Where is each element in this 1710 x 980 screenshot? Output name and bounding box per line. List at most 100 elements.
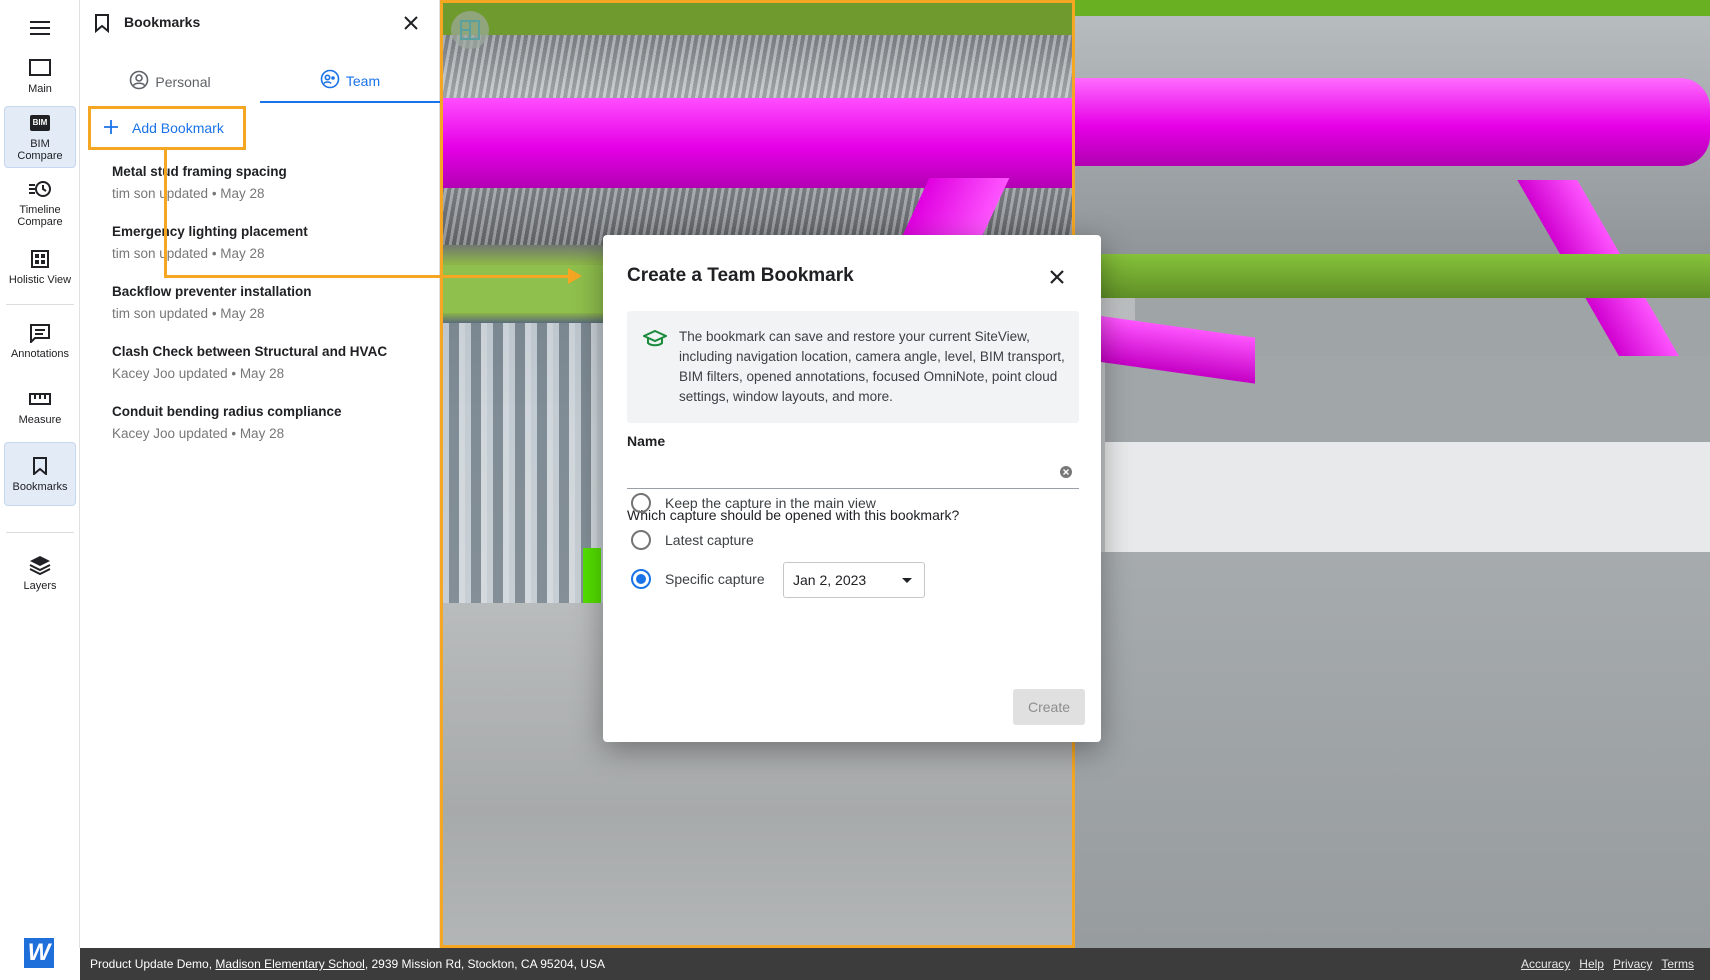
info-text: The bookmark can save and restore your c… — [679, 329, 1065, 404]
rail-item-label: BIM Compare — [17, 138, 63, 162]
panel-title: Bookmarks — [124, 14, 201, 30]
rail-item-label: Holistic View — [8, 274, 72, 286]
graduation-cap-icon — [641, 329, 669, 354]
ceiling-beam — [1075, 0, 1710, 16]
grid-icon — [31, 248, 49, 270]
school-link[interactable]: Madison Elementary School — [215, 957, 364, 971]
bookmarks-panel: Bookmarks Personal Team Add Bookmark Met… — [80, 0, 440, 948]
info-box: The bookmark can save and restore your c… — [627, 311, 1079, 423]
monitor-icon — [29, 57, 51, 79]
rail-item-label: Main — [28, 83, 52, 95]
bookmark-tabs: Personal Team — [80, 60, 440, 103]
annotation-arrow — [568, 268, 582, 284]
option-label: Specific capture — [665, 571, 765, 587]
hvac-duct — [443, 98, 1072, 188]
menu-icon[interactable] — [24, 14, 56, 42]
dialog-title: Create a Team Bookmark — [627, 265, 854, 286]
logo-letter: W — [27, 939, 51, 966]
bookmark-icon — [94, 13, 110, 38]
split-view-icon[interactable] — [451, 11, 489, 49]
project-address: , 2939 Mission Rd, Stockton, CA 95204, U… — [364, 957, 605, 971]
rail-item-label: Bookmarks — [12, 481, 68, 493]
close-icon[interactable] — [1045, 265, 1069, 289]
annotation-connector — [164, 150, 167, 277]
timeline-icon — [29, 178, 51, 200]
rail-item-layers[interactable]: Layers — [4, 550, 76, 596]
rail-item-bookmarks[interactable]: Bookmarks — [4, 442, 76, 506]
tab-team[interactable]: Team — [260, 60, 440, 103]
list-item[interactable]: Conduit bending radius compliance Kacey … — [80, 402, 440, 462]
left-rail: Main BIM BIM Compare Timeline Compare Ho… — [0, 0, 80, 968]
list-item[interactable]: Emergency lighting placement tim son upd… — [80, 222, 440, 282]
plus-icon — [104, 119, 118, 137]
privacy-link[interactable]: Privacy — [1613, 957, 1652, 971]
list-item[interactable]: Backflow preventer installation tim son … — [80, 282, 440, 342]
app-logo: W — [24, 938, 54, 968]
bookmark-list: Metal stud framing spacing tim son updat… — [80, 162, 440, 462]
bim-wall-lower — [1105, 442, 1710, 552]
bookmark-meta: tim son updated • May 28 — [112, 306, 265, 321]
bim-badge: BIM — [29, 115, 51, 131]
ruler-icon — [29, 388, 51, 410]
panel-header: Bookmarks — [80, 0, 440, 46]
radio-button-checked[interactable] — [631, 569, 651, 589]
option-label: Keep the capture in the main view — [665, 495, 876, 511]
bookmark-icon — [33, 455, 47, 477]
create-button[interactable]: Create — [1013, 689, 1085, 725]
rail-item-holistic-view[interactable]: Holistic View — [4, 246, 76, 288]
terms-link[interactable]: Terms — [1661, 957, 1694, 971]
tab-personal[interactable]: Personal — [80, 60, 260, 103]
selected-date: Jan 2, 2023 — [793, 572, 867, 588]
bim-icon: BIM — [29, 112, 51, 134]
tab-label: Team — [345, 72, 381, 89]
clear-icon[interactable] — [1059, 465, 1073, 479]
team-icon — [320, 69, 340, 92]
chevron-down-icon — [902, 577, 912, 583]
bim-hvac-duct — [1075, 78, 1710, 166]
bookmark-meta: Kacey Joo updated • May 28 — [112, 426, 285, 441]
layers-icon — [29, 554, 51, 576]
option-keep-main-view[interactable]: Keep the capture in the main view — [631, 493, 876, 513]
option-specific-capture[interactable]: Specific capture — [631, 569, 765, 589]
bim-viewport[interactable] — [1075, 0, 1710, 948]
metal-studs — [443, 323, 603, 603]
radio-button[interactable] — [631, 530, 651, 550]
list-item[interactable]: Metal stud framing spacing tim son updat… — [80, 162, 440, 222]
annotation-connector — [164, 275, 574, 278]
rail-divider — [6, 532, 74, 533]
add-bookmark-button[interactable]: Add Bookmark — [88, 106, 246, 150]
radio-button[interactable] — [631, 493, 651, 513]
footer-links: Accuracy Help Privacy Terms — [1521, 957, 1694, 971]
name-input[interactable] — [627, 457, 1079, 489]
rail-item-annotations[interactable]: Annotations — [4, 318, 76, 364]
bookmark-meta: tim son updated • May 28 — [112, 186, 265, 201]
bim-floor — [1075, 552, 1710, 948]
rail-item-label: Annotations — [10, 348, 70, 360]
rail-item-label: Measure — [18, 414, 62, 426]
bim-beam — [1075, 254, 1710, 298]
name-label: Name — [627, 433, 666, 449]
add-bookmark-label: Add Bookmark — [132, 120, 224, 136]
option-latest-capture[interactable]: Latest capture — [631, 530, 754, 550]
rail-item-label: Timeline Compare — [17, 204, 63, 228]
close-icon[interactable] — [400, 12, 422, 34]
rail-item-measure[interactable]: Measure — [4, 384, 76, 430]
bookmark-name: Clash Check between Structural and HVAC — [112, 344, 388, 359]
tab-label: Personal — [155, 73, 211, 90]
bookmark-name: Conduit bending radius compliance — [112, 404, 342, 419]
rail-item-timeline-compare[interactable]: Timeline Compare — [4, 176, 76, 230]
accuracy-link[interactable]: Accuracy — [1521, 957, 1570, 971]
list-item[interactable]: Clash Check between Structural and HVAC … — [80, 342, 440, 402]
bookmark-name: Emergency lighting placement — [112, 224, 308, 239]
annotation-icon — [29, 322, 51, 344]
bookmark-meta: Kacey Joo updated • May 28 — [112, 366, 285, 381]
user-icon — [129, 70, 149, 93]
project-name: Product Update Demo, — [90, 957, 216, 971]
capture-date-select[interactable]: Jan 2, 2023 — [783, 562, 925, 598]
rail-item-main[interactable]: Main — [4, 56, 76, 96]
rail-item-bim-compare[interactable]: BIM BIM Compare — [4, 106, 76, 168]
help-link[interactable]: Help — [1579, 957, 1604, 971]
option-label: Latest capture — [665, 532, 754, 548]
bookmark-meta: tim son updated • May 28 — [112, 246, 265, 261]
footer-bar: Product Update Demo, Madison Elementary … — [80, 948, 1710, 980]
